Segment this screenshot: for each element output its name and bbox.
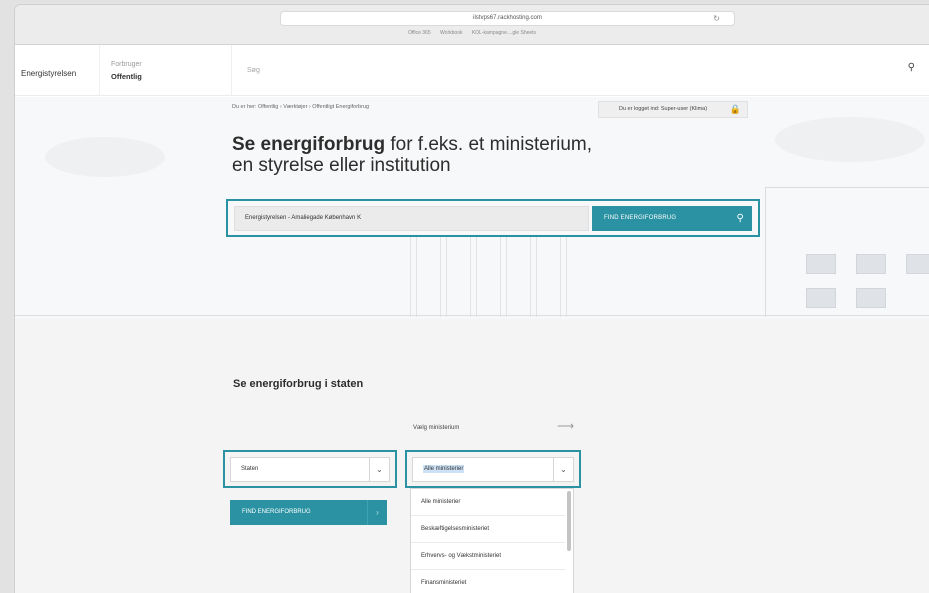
- browser-chrome: ilstvps67.rackhosting.com ↻ Office 365 W…: [15, 5, 929, 45]
- dropdown-option[interactable]: Beskæftigelsesministeriet: [411, 516, 565, 543]
- search-highlight-frame: Energistyrelsen - Amaliegade København K…: [226, 199, 760, 237]
- search-icon: ⚲: [736, 213, 744, 224]
- ministry-select-value: Alle ministerier: [423, 465, 465, 473]
- state-select[interactable]: Staten ⌄: [230, 457, 390, 482]
- find-energy-button[interactable]: FIND ENERGIFORBRUG ⚲: [592, 206, 752, 231]
- chevron-right-icon: ›: [367, 500, 387, 525]
- cloud-decoration: [45, 137, 165, 177]
- chevron-down-icon[interactable]: ⌄: [553, 458, 573, 481]
- dropdown-option[interactable]: Erhvervs- og Vækstministeriet: [411, 543, 565, 570]
- bookmark-item[interactable]: Workbook: [440, 30, 462, 36]
- find-energy-button-label: FIND ENERGIFORBRUG: [604, 215, 677, 221]
- ministry-select[interactable]: Alle ministerier ⌄: [412, 457, 574, 482]
- header-search-input[interactable]: Søg: [247, 67, 260, 74]
- page-title-rest: for f.eks. et ministerium,: [385, 134, 593, 155]
- user-type-caption: Forbruger: [111, 61, 142, 68]
- arrow-right-icon: ⟶: [557, 419, 575, 433]
- section-title: Se energiforbrug i staten: [233, 378, 364, 390]
- page-title-line2: en styrelse eller institution: [232, 155, 451, 176]
- brand-name[interactable]: Energistyrelsen: [21, 69, 76, 78]
- state-select-highlight-frame: Staten ⌄: [223, 450, 397, 488]
- address-bar[interactable]: ilstvps67.rackhosting.com ↻: [280, 11, 735, 26]
- find-state-energy-button-label: FIND ENERGIFORBRUG: [242, 509, 311, 515]
- dropdown-option[interactable]: Finansministeriet: [411, 570, 565, 593]
- breadcrumb[interactable]: Du er her: Offentlig › Værktøjer › Offen…: [232, 104, 369, 110]
- choose-ministry-label: Vælg ministerium: [413, 425, 460, 431]
- search-icon[interactable]: ⚲: [908, 62, 915, 73]
- state-section: Se energiforbrug i staten Vælg ministeri…: [15, 319, 929, 593]
- hero-section: Du er her: Offentlig › Værktøjer › Offen…: [15, 97, 929, 319]
- user-type-value[interactable]: Offentlig: [111, 72, 142, 81]
- bookmark-item[interactable]: KOL-kampagne....gle Sheets: [472, 30, 536, 36]
- building-illustration: [765, 187, 929, 317]
- ground-line: [15, 315, 929, 316]
- bookmarks-bar: Office 365 Workbook KOL-kampagne....gle …: [15, 30, 929, 36]
- find-state-energy-button[interactable]: FIND ENERGIFORBRUG ›: [230, 500, 387, 525]
- login-status[interactable]: Du er logget ind: Super-user (Klima) 🔒: [598, 101, 748, 118]
- ministry-dropdown-list: Alle ministerier Beskæftigelsesministeri…: [410, 488, 574, 593]
- page-title-bold: Se energiforbrug: [232, 134, 386, 155]
- header-divider: [231, 45, 232, 96]
- dropdown-scrollbar[interactable]: [567, 491, 571, 551]
- ministry-select-highlight-frame: Alle ministerier ⌄: [405, 450, 581, 488]
- institution-search-input[interactable]: Energistyrelsen - Amaliegade København K: [234, 206, 589, 231]
- page-title: Se energiforbrug for f.eks. et ministeri…: [232, 134, 652, 176]
- state-select-value: Staten: [241, 466, 259, 472]
- lock-icon[interactable]: 🔒: [730, 103, 741, 116]
- bookmark-item[interactable]: Office 365: [408, 30, 431, 36]
- browser-window: ilstvps67.rackhosting.com ↻ Office 365 W…: [15, 5, 929, 593]
- cloud-decoration: [775, 117, 925, 162]
- login-status-text: Du er logget ind: Super-user (Klima): [619, 106, 708, 112]
- reload-icon[interactable]: ↻: [713, 12, 720, 25]
- address-bar-url: ilstvps67.rackhosting.com: [473, 15, 542, 21]
- site-header: Energistyrelsen Forbruger Offentlig Søg …: [15, 45, 929, 96]
- building-columns-decoration: [400, 237, 580, 317]
- chevron-down-icon[interactable]: ⌄: [369, 458, 389, 481]
- header-divider: [99, 45, 100, 96]
- dropdown-option[interactable]: Alle ministerier: [411, 489, 565, 516]
